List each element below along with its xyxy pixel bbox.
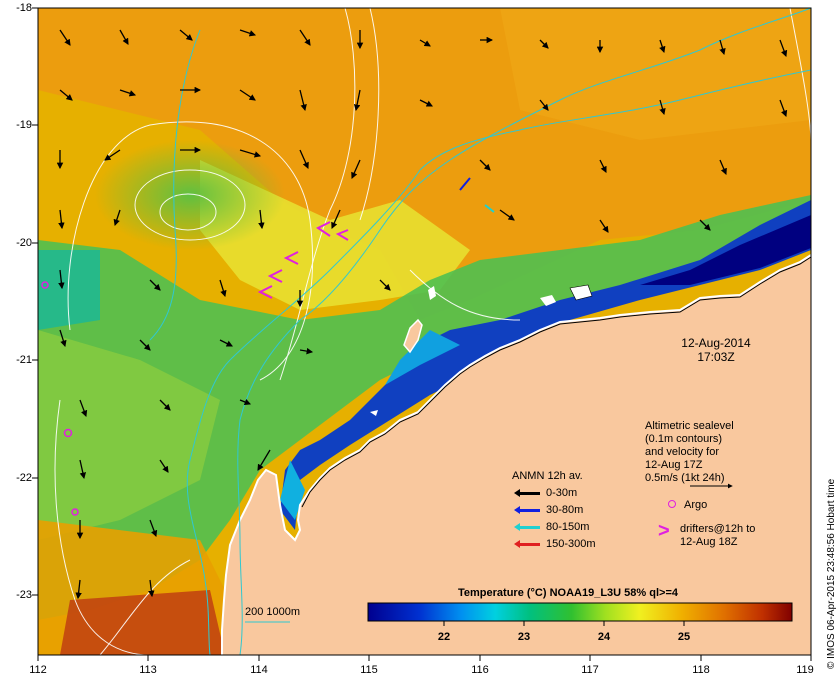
y-tick-label: -22 bbox=[16, 472, 32, 484]
anmn-legend-item: 30-80m bbox=[514, 504, 583, 516]
anmn-legend-item: 150-300m bbox=[514, 538, 596, 550]
date-label: 12-Aug-2014 bbox=[681, 336, 751, 350]
x-tick-label: 114 bbox=[250, 664, 268, 676]
arrow-icon bbox=[514, 539, 540, 548]
x-tick-label: 117 bbox=[581, 664, 599, 676]
y-tick-label: -23 bbox=[16, 589, 32, 601]
anmn-legend-item: 0-30m bbox=[514, 487, 577, 499]
x-tick-label: 118 bbox=[692, 664, 710, 676]
arrow-icon bbox=[514, 522, 540, 531]
arrow-icon bbox=[514, 505, 540, 514]
colorbar-tick: 25 bbox=[677, 631, 691, 643]
x-tick-label: 113 bbox=[139, 664, 157, 676]
argo-legend: Argo bbox=[668, 499, 707, 512]
copyright-label: © IMOS 06-Apr-2015 23:48:56 Hobart time bbox=[826, 478, 837, 669]
y-tick-label: -19 bbox=[16, 119, 32, 131]
x-tick-label: 119 bbox=[796, 664, 814, 676]
colorbar-title: Temperature (°C) NOAA19_L3U 58% ql>=4 bbox=[458, 587, 678, 599]
colorbar-tick: 22 bbox=[437, 631, 451, 643]
colorbar-tick: 24 bbox=[597, 631, 611, 643]
drifter-chevron-icon: > bbox=[658, 520, 670, 542]
argo-circle-icon bbox=[668, 500, 676, 508]
green-eddy bbox=[95, 140, 285, 250]
drifter-legend: > drifters@12h to 12-Aug 18Z bbox=[658, 520, 756, 548]
colorbar-tick: 23 bbox=[517, 631, 531, 643]
isobath-label: 200 1000m bbox=[245, 606, 301, 618]
altimetry-note: Altimetric sealevel (0.1m contours) and … bbox=[645, 420, 734, 484]
x-tick-label: 112 bbox=[29, 664, 47, 676]
arrow-icon bbox=[514, 488, 540, 497]
colorbar bbox=[367, 602, 793, 622]
y-tick-label: -20 bbox=[16, 237, 32, 249]
y-tick-label: -18 bbox=[16, 2, 32, 14]
time-label: 17:03Z bbox=[697, 350, 735, 364]
anmn-legend-item: 80-150m bbox=[514, 521, 589, 533]
x-tick-label: 116 bbox=[471, 664, 489, 676]
y-tick-label: -21 bbox=[16, 354, 32, 366]
x-tick-label: 115 bbox=[360, 664, 378, 676]
anmn-legend-title: ANMN 12h av. bbox=[512, 470, 583, 482]
